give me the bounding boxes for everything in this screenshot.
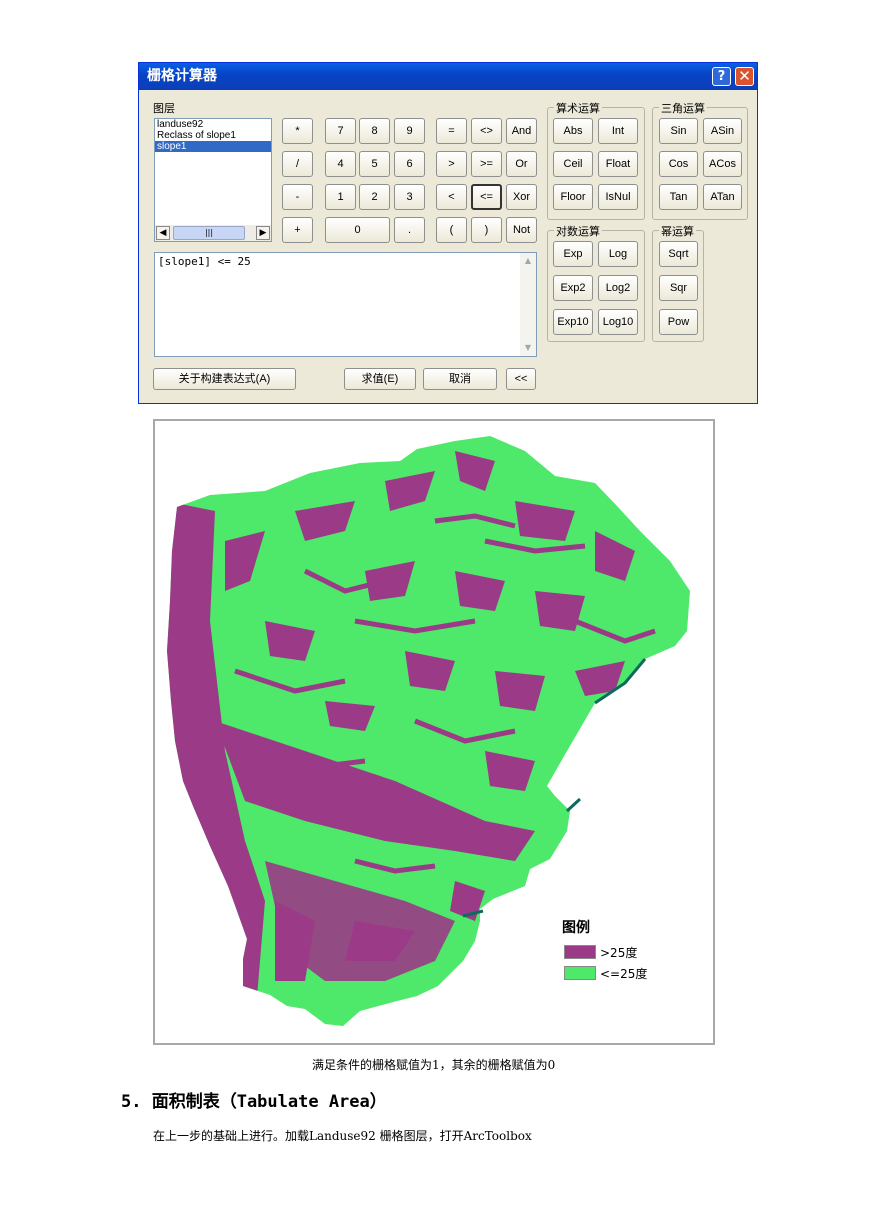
atan-button[interactable]: ATan — [703, 184, 742, 210]
sqrt-button[interactable]: Sqrt — [659, 241, 698, 267]
keypad-8-button[interactable]: 8 — [359, 118, 390, 144]
abs-button[interactable]: Abs — [553, 118, 593, 144]
power-group-title: 幂运算 — [659, 223, 696, 239]
tan-button[interactable]: Tan — [659, 184, 698, 210]
legend-swatch-steep — [564, 945, 596, 959]
sin-button[interactable]: Sin — [659, 118, 698, 144]
log2-button[interactable]: Log2 — [598, 275, 638, 301]
keypad-2-button[interactable]: 2 — [359, 184, 390, 210]
pow-button[interactable]: Pow — [659, 309, 698, 335]
keypad-equal-button[interactable]: = — [436, 118, 467, 144]
keypad-notequal-button[interactable]: <> — [471, 118, 502, 144]
trig-group-title: 三角运算 — [659, 100, 707, 116]
exp-button[interactable]: Exp — [553, 241, 593, 267]
legend-swatch-gentle — [564, 966, 596, 980]
raster-calculator-dialog: 栅格计算器 ? ✕ 图层 landuse92 Reclass of slope1… — [138, 62, 758, 404]
layer-item[interactable]: Reclass of slope1 — [155, 130, 271, 141]
keypad-greaterequal-button[interactable]: >= — [471, 151, 502, 177]
keypad-4-button[interactable]: 4 — [325, 151, 356, 177]
keypad-5-button[interactable]: 5 — [359, 151, 390, 177]
help-icon[interactable]: ? — [712, 67, 731, 86]
keypad-greater-button[interactable]: > — [436, 151, 467, 177]
keypad-minus-button[interactable]: - — [282, 184, 313, 210]
scroll-up-icon[interactable]: ▲ — [521, 254, 535, 268]
keypad-lessequal-button[interactable]: <= — [471, 184, 502, 210]
exp2-button[interactable]: Exp2 — [553, 275, 593, 301]
cancel-button[interactable]: 取消 — [423, 368, 497, 390]
coastline-water — [565, 797, 582, 813]
acos-button[interactable]: ACos — [703, 151, 742, 177]
keypad-3-button[interactable]: 3 — [394, 184, 425, 210]
cos-button[interactable]: Cos — [659, 151, 698, 177]
keypad-not-button[interactable]: Not — [506, 217, 537, 243]
keypad-plus-button[interactable]: + — [282, 217, 313, 243]
about-expression-button[interactable]: 关于构建表达式(A) — [153, 368, 296, 390]
floor-button[interactable]: Floor — [553, 184, 593, 210]
legend-label-steep: >25度 — [600, 946, 638, 960]
asin-button[interactable]: ASin — [703, 118, 742, 144]
layers-label: 图层 — [153, 102, 175, 115]
keypad-less-button[interactable]: < — [436, 184, 467, 210]
dialog-title: 栅格计算器 — [147, 68, 217, 84]
keypad-or-button[interactable]: Or — [506, 151, 537, 177]
layer-item[interactable]: landuse92 — [155, 119, 271, 130]
arithmetic-group-title: 算术运算 — [554, 100, 602, 116]
horizontal-scrollbar[interactable]: ◀ ||| ▶ — [155, 225, 271, 241]
section-heading: 5. 面积制表（Tabulate Area） — [121, 1092, 387, 1112]
isnull-button[interactable]: IsNul — [598, 184, 638, 210]
scroll-left-icon[interactable]: ◀ — [156, 226, 170, 240]
log-button[interactable]: Log — [598, 241, 638, 267]
keypad-multiply-button[interactable]: * — [282, 118, 313, 144]
keypad-0-button[interactable]: 0 — [325, 217, 390, 243]
sqr-button[interactable]: Sqr — [659, 275, 698, 301]
layer-item-selected[interactable]: slope1 — [155, 141, 271, 152]
scroll-right-icon[interactable]: ▶ — [256, 226, 270, 240]
float-button[interactable]: Float — [598, 151, 638, 177]
keypad-and-button[interactable]: And — [506, 118, 537, 144]
keypad-open-paren-button[interactable]: ( — [436, 217, 467, 243]
vertical-scrollbar[interactable]: ▲ ▼ — [520, 253, 536, 356]
close-icon[interactable]: ✕ — [735, 67, 754, 86]
dialog-titlebar: 栅格计算器 ? ✕ — [139, 63, 757, 90]
layers-listbox[interactable]: landuse92 Reclass of slope1 slope1 ◀ |||… — [154, 118, 272, 242]
scroll-down-icon[interactable]: ▼ — [521, 341, 535, 355]
legend-title: 图例 — [562, 920, 590, 936]
legend-label-gentle: <=25度 — [600, 967, 648, 981]
log-group-title: 对数运算 — [554, 223, 602, 239]
body-paragraph: 在上一步的基础上进行。加载Landuse92 栅格图层，打开ArcToolbox — [153, 1129, 532, 1143]
expression-box[interactable]: [slope1] <= 25 ▲ ▼ — [154, 252, 537, 357]
expression-text[interactable]: [slope1] <= 25 — [158, 255, 251, 268]
keypad-close-paren-button[interactable]: ) — [471, 217, 502, 243]
keypad-1-button[interactable]: 1 — [325, 184, 356, 210]
keypad-divide-button[interactable]: / — [282, 151, 313, 177]
keypad-7-button[interactable]: 7 — [325, 118, 356, 144]
figure-caption: 满足条件的栅格赋值为1，其余的栅格赋值为0 — [312, 1058, 556, 1072]
collapse-button[interactable]: << — [506, 368, 536, 390]
keypad-9-button[interactable]: 9 — [394, 118, 425, 144]
int-button[interactable]: Int — [598, 118, 638, 144]
keypad-decimal-button[interactable]: . — [394, 217, 425, 243]
scroll-thumb[interactable]: ||| — [173, 226, 245, 240]
evaluate-button[interactable]: 求值(E) — [344, 368, 416, 390]
log10-button[interactable]: Log10 — [598, 309, 638, 335]
exp10-button[interactable]: Exp10 — [553, 309, 593, 335]
ceil-button[interactable]: Ceil — [553, 151, 593, 177]
keypad-xor-button[interactable]: Xor — [506, 184, 537, 210]
keypad-6-button[interactable]: 6 — [394, 151, 425, 177]
